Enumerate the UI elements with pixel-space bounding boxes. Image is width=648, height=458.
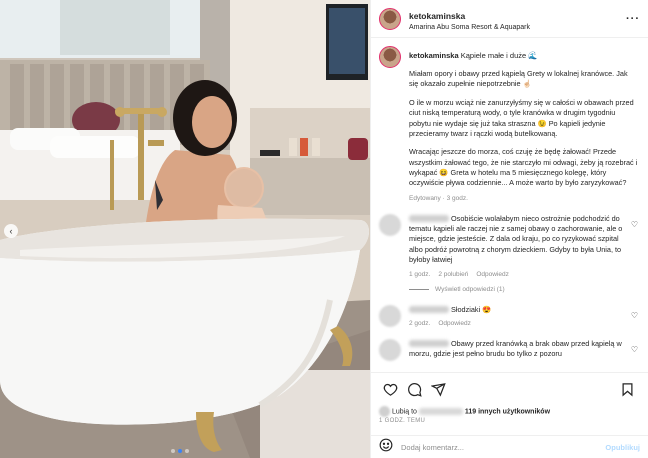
post-header: ketokaminska Amarina Abu Soma Resort & A… bbox=[371, 0, 648, 38]
bookmark-icon[interactable] bbox=[616, 379, 638, 401]
post-actions bbox=[371, 372, 648, 406]
caption-paragraph: Miałam opory i obawy przed kąpielą Grety… bbox=[409, 69, 628, 89]
likes-summary: Lubią to 119 innych użytkowników 1 GODZ.… bbox=[379, 406, 640, 426]
heart-icon[interactable]: ♡ bbox=[631, 345, 638, 354]
heart-icon[interactable]: ♡ bbox=[631, 220, 638, 229]
likes-count[interactable]: 119 innych użytkowników bbox=[465, 408, 550, 415]
caption-body: ketokaminska Kąpiele małe i duże 🌊 Miała… bbox=[409, 46, 638, 202]
chevron-left-icon[interactable]: ‹ bbox=[4, 224, 18, 238]
carousel-dots bbox=[171, 449, 189, 453]
header-location[interactable]: Amarina Abu Soma Resort & Aquapark bbox=[409, 24, 626, 32]
reply-button[interactable]: Odpowiedz bbox=[438, 320, 471, 327]
comment-text: Słodziaki 😍 bbox=[409, 305, 626, 315]
publish-button[interactable]: Opublikuj bbox=[605, 443, 640, 452]
comment-username-blurred[interactable] bbox=[409, 306, 449, 314]
comment-body: Obawy przed kranówką a brak obaw przed k… bbox=[409, 339, 638, 361]
caption-meta: Edytowany · 3 godz. bbox=[409, 194, 468, 202]
heart-icon[interactable]: ♡ bbox=[631, 311, 638, 320]
view-replies-button[interactable]: Wyświetl odpowiedzi (1) bbox=[409, 286, 638, 293]
comment-time: 2 godz. bbox=[409, 319, 431, 327]
caption-username[interactable]: ketokaminska bbox=[409, 51, 459, 60]
post-date[interactable]: 1 GODZ. TEMU bbox=[379, 418, 640, 426]
comment-body: Słodziaki 😍 2 godz. Odpowiedz bbox=[409, 305, 638, 327]
post-side-panel: ketokaminska Amarina Abu Soma Resort & A… bbox=[370, 0, 648, 458]
carousel-dot bbox=[185, 449, 189, 453]
caption-paragraph: Wracając jeszcze do morza, coś czuję że … bbox=[409, 147, 638, 188]
caption-paragraph: O ile w morzu wciąż nie zanurzyłyśmy się… bbox=[409, 97, 634, 138]
post-photo[interactable]: ‹ bbox=[0, 0, 370, 458]
comment-avatar[interactable] bbox=[379, 213, 401, 236]
liker-username-blurred[interactable] bbox=[418, 408, 463, 415]
comment-meta: 2 godz. Odpowiedz bbox=[409, 320, 626, 327]
add-comment-bar: Opublikuj bbox=[371, 435, 648, 458]
comment-avatar[interactable] bbox=[379, 304, 401, 327]
likes-prefix: Lubią to bbox=[392, 408, 417, 416]
header-username[interactable]: ketokaminska bbox=[409, 11, 465, 21]
comment-time: 1 godz. bbox=[409, 270, 431, 278]
comment-likes[interactable]: 2 polubień bbox=[438, 271, 468, 278]
comment-username-blurred[interactable] bbox=[409, 340, 449, 348]
comment-text: Osobiście wolałabym nieco ostrożnie podc… bbox=[409, 213, 623, 265]
caption-avatar[interactable] bbox=[379, 46, 401, 68]
comment-item: Osobiście wolałabym nieco ostrożnie podc… bbox=[379, 213, 638, 278]
comments-scroll-area[interactable]: ketokaminska Kąpiele małe i duże 🌊 Miała… bbox=[371, 38, 648, 370]
avatar[interactable] bbox=[379, 7, 401, 30]
comment-input[interactable] bbox=[401, 442, 606, 452]
caption-title-line: ketokaminska Kąpiele małe i duże 🌊 bbox=[409, 51, 638, 61]
header-text: ketokaminska Amarina Abu Soma Resort & A… bbox=[409, 5, 626, 33]
bathtub-photo-image bbox=[0, 0, 370, 458]
emoji-icon[interactable] bbox=[379, 438, 393, 457]
comment-icon[interactable] bbox=[403, 379, 425, 401]
carousel-dot bbox=[171, 449, 175, 453]
comment-item: Słodziaki 😍 2 godz. Odpowiedz ♡ bbox=[379, 304, 638, 327]
liker-avatar[interactable] bbox=[379, 406, 390, 417]
comment-item: Obawy przed kranówką a brak obaw przed k… bbox=[379, 338, 638, 361]
carousel-dot-active bbox=[178, 449, 182, 453]
heart-icon[interactable] bbox=[379, 379, 401, 401]
more-horizontal-icon[interactable]: ··· bbox=[626, 13, 640, 25]
comment-meta: 1 godz. 2 polubień Odpowiedz bbox=[409, 271, 626, 278]
comment-body: Osobiście wolałabym nieco ostrożnie podc… bbox=[409, 214, 638, 278]
send-icon[interactable] bbox=[427, 379, 449, 401]
comment-username-blurred[interactable] bbox=[409, 215, 449, 223]
comment-text: Obawy przed kranówką a brak obaw przed k… bbox=[409, 338, 622, 359]
caption-title: Kąpiele małe i duże 🌊 bbox=[460, 51, 538, 60]
reply-button[interactable]: Odpowiedz bbox=[476, 271, 509, 278]
caption: ketokaminska Kąpiele małe i duże 🌊 Miała… bbox=[379, 46, 638, 202]
comment-avatar[interactable] bbox=[379, 338, 401, 361]
